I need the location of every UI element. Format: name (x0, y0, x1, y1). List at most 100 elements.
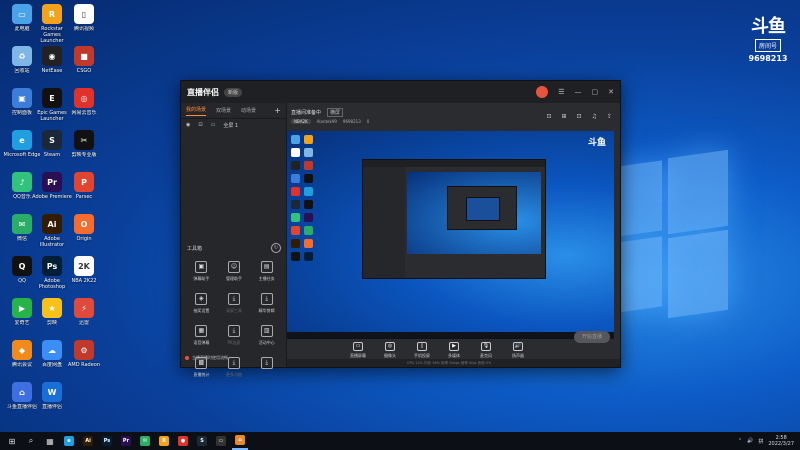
desktop-icon[interactable]: O Origin (64, 214, 104, 254)
menu-icon[interactable]: ☰ (558, 88, 564, 96)
taskbar-app[interactable]: ✉ (137, 432, 153, 450)
desktop-icon[interactable]: W 直播伴侣 (32, 382, 72, 422)
desktop-icon-label: Parsec (75, 194, 93, 200)
input-method-icon[interactable]: 拼 (758, 438, 763, 445)
toolbox-item[interactable]: ▤ 主播任务 (250, 261, 283, 287)
taskbar-app[interactable]: ⌕ (23, 432, 39, 450)
app-icon: e (12, 130, 32, 150)
gift-icon[interactable]: ⊡ (546, 113, 551, 120)
preview-douyu-logo: 斗鱼 (587, 138, 606, 148)
volume-icon[interactable]: 🔊 (747, 438, 753, 444)
toolbox-item[interactable]: ⤓ 精华剪辑 (250, 293, 283, 319)
tray-expand-icon[interactable]: ⌃ (738, 438, 742, 444)
scene-item[interactable]: ◉ ⊡ ▭ 全屏 1 (181, 119, 286, 131)
desktop-icon-label: 回收站 (14, 68, 30, 74)
streaming-app-window[interactable]: 直播伴侣 新版 ☰ — ▢ ✕ 我的场景 双场景 动场景 + ◉ ⊡ ▭ 全屏 … (180, 80, 621, 377)
desktop-icon[interactable]: ▯ 腾讯视频 (64, 4, 104, 44)
toolbox-item[interactable]: ⤓ 录屏工具 (218, 293, 251, 319)
preview-mini-icon (304, 252, 313, 261)
eye-icon[interactable]: ◉ (186, 122, 190, 128)
preview-mini-icon (304, 174, 313, 183)
taskbar-app[interactable]: ▦ (42, 432, 58, 450)
taskbar-app[interactable]: e (61, 432, 77, 450)
taskbar-app-icon: ✉ (140, 436, 150, 446)
taskbar-app-icon: ▭ (216, 436, 226, 446)
preview-mini-icon (291, 213, 300, 222)
preview-mini-icon (304, 135, 313, 144)
close-icon[interactable]: ✕ (608, 88, 614, 96)
music-icon[interactable]: ♫ (592, 113, 597, 120)
tool-icon: ▣ (195, 261, 208, 273)
tool-icon: ◈ (195, 293, 208, 305)
source-button[interactable]: 🎙 麦克风 (475, 341, 497, 359)
preview-mini-icon (291, 174, 300, 183)
tab-dual-scene[interactable]: 双场景 (216, 107, 231, 114)
toolbox-item[interactable]: ☺ 管理助手 (218, 261, 251, 287)
tab-my-scene[interactable]: 我的场景 (186, 106, 207, 116)
app-icon: ✂ (74, 130, 94, 150)
toolbox-item[interactable]: ▣ 弹幕助手 (185, 261, 218, 287)
preview-mini-icon (291, 239, 300, 248)
tab-dynamic-scene[interactable]: 动场景 (241, 107, 256, 114)
maximize-icon[interactable]: ▢ (592, 88, 599, 96)
minimize-icon[interactable]: — (575, 88, 582, 96)
desktop-icon[interactable]: 2K NBA 2K22 (64, 256, 104, 296)
taskbar-app[interactable]: ▭ (213, 432, 229, 450)
toolbox-item[interactable]: ⤓ (250, 357, 283, 383)
tool-label: 活动中心 (258, 340, 275, 345)
desktop-icon-label: NBA 2K22 (71, 278, 97, 284)
desktop-icon[interactable]: ⚙ AMD Radeon (64, 340, 104, 380)
taskbar-app[interactable]: ⌂ (232, 432, 248, 450)
desktop-icon[interactable]: ■ CSGO (64, 46, 104, 86)
source-button[interactable]: ▯ 手机投屏 (411, 341, 433, 359)
share-icon[interactable]: ⇪ (607, 113, 612, 120)
stream-preview[interactable]: 斗鱼 (287, 131, 614, 339)
source-button[interactable]: ▭ 直播屏幕 (347, 341, 369, 359)
lock-icon[interactable]: ⊡ (198, 122, 202, 128)
room-number: 9698213 (748, 54, 788, 63)
add-scene-icon[interactable]: + (274, 106, 281, 115)
preview-mini-icon (304, 239, 313, 248)
source-button[interactable]: ◎ 摄像头 (379, 341, 401, 359)
desktop-icon[interactable]: ⚡ 迅雷 (64, 298, 104, 338)
toolbox-item[interactable]: ⤓ PK连麦 (218, 325, 251, 351)
start-live-button[interactable]: 开始直播 (574, 331, 610, 343)
app-brand: 直播伴侣 (187, 87, 219, 97)
desktop-icon[interactable]: ✂ 剪映专业版 (64, 130, 104, 170)
preview-desktop-icons (291, 135, 314, 261)
desktop-icon-label: 爱奇艺 (14, 320, 30, 326)
source-button[interactable]: 🔊 扬声器 (507, 341, 529, 359)
tool-icon: ▦ (195, 325, 208, 337)
taskbar-app[interactable]: Ps (99, 432, 115, 450)
desktop-icon[interactable]: P Parsec (64, 172, 104, 212)
message-icon[interactable]: ⊡ (577, 113, 582, 120)
taskbar-app[interactable]: R (156, 432, 172, 450)
app-icon: ◉ (42, 46, 62, 66)
taskbar-app[interactable]: ⊞ (4, 432, 20, 450)
source-label: 麦克风 (480, 352, 492, 358)
system-clock[interactable]: 2:58 2022/3/27 (768, 435, 794, 447)
orientation-tag[interactable]: 横屏 (327, 108, 344, 117)
refresh-icon[interactable]: ↻ (271, 243, 281, 253)
app-icon: Q (12, 256, 32, 276)
taskbar-app[interactable]: ● (175, 432, 191, 450)
category-pill[interactable]: NBA2K (291, 119, 311, 124)
toolbox-item[interactable]: ◈ 抽奖设置 (185, 293, 218, 319)
toolbox-grid: ▣ 弹幕助手 ☺ 管理助手 ▤ 主播任务 ◈ 抽奖设置 ⤓ 录屏工具 ⤓ 精华剪辑 ▦ 语音弹幕 ⤓ PK连麦… (185, 261, 283, 383)
tips-bar[interactable]: 主播直播时使用流畅 (185, 355, 228, 361)
taskbar-app[interactable]: Ai (80, 432, 96, 450)
source-button[interactable]: ▶ 多媒体 (443, 341, 465, 359)
app-titlebar[interactable]: 直播伴侣 新版 ☰ — ▢ ✕ (181, 81, 620, 103)
preview-mini-icon (304, 226, 313, 235)
version-badge[interactable]: 新版 (224, 87, 243, 97)
toolbox-item[interactable]: ▥ 活动中心 (250, 325, 283, 351)
desktop-icon[interactable]: ◎ 网易云音乐 (64, 88, 104, 128)
tool-icon: ⤓ (260, 293, 273, 305)
toolbox-item[interactable]: ▦ 语音弹幕 (185, 325, 218, 351)
layout-icon[interactable]: ⊞ (562, 113, 567, 120)
desktop-icon-label: 百度网盘 (41, 362, 62, 368)
taskbar-app[interactable]: S (194, 432, 210, 450)
fans-count: 0 (366, 119, 370, 124)
user-avatar[interactable] (536, 86, 549, 98)
taskbar-app[interactable]: Pr (118, 432, 134, 450)
